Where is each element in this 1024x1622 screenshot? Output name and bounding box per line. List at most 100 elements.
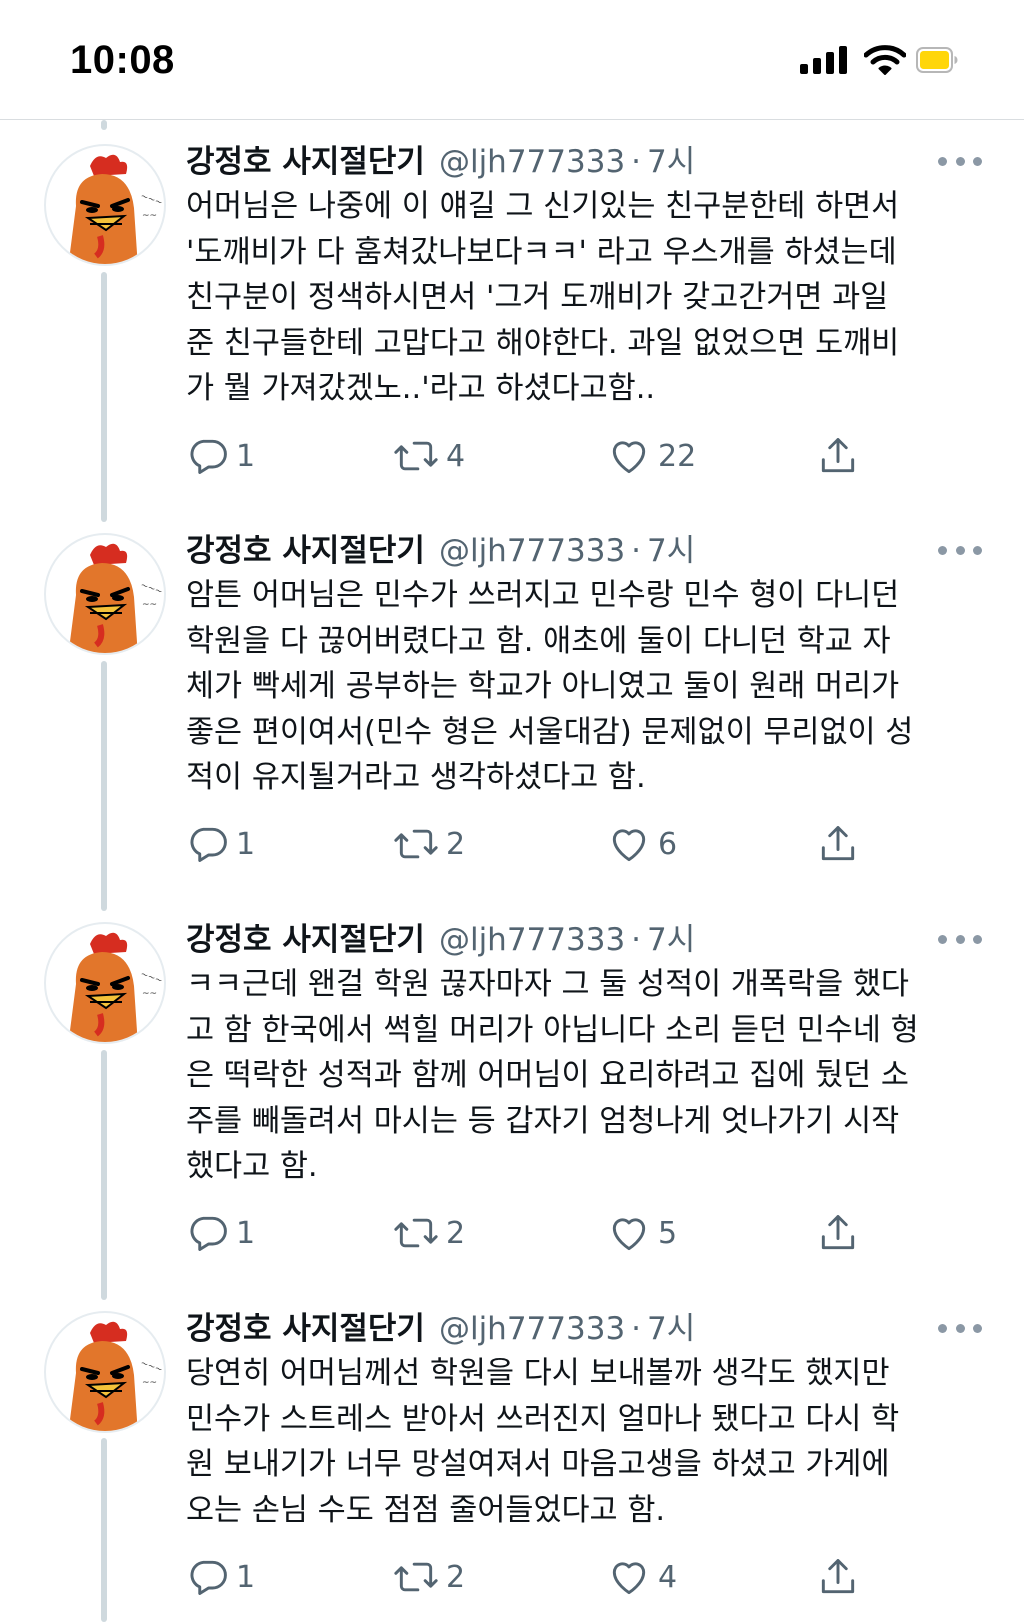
display-name[interactable]: 강정호 사지절단기 — [186, 525, 425, 570]
reply-button[interactable]: 1 — [186, 1553, 255, 1601]
svg-text:~~~: ~~~ — [139, 191, 164, 208]
tweet-text: 어머님은 나중에 이 얘길 그 신기있는 친구분한테 하면서 '도깨비가 다 훔… — [186, 189, 900, 406]
tweet-actions: 1 2 6 — [186, 820, 886, 868]
share-icon — [821, 1559, 855, 1594]
svg-text:~~: ~~ — [142, 600, 157, 610]
separator-dot: · — [631, 533, 642, 569]
more-options-icon[interactable] — [932, 924, 988, 954]
user-handle[interactable]: @ljh777333 — [439, 533, 625, 569]
share-button[interactable] — [816, 432, 860, 480]
retweet-count: 2 — [446, 826, 466, 862]
display-name[interactable]: 강정호 사지절단기 — [186, 136, 425, 181]
user-handle[interactable]: @ljh777333 — [439, 1311, 625, 1347]
battery-icon — [916, 47, 958, 73]
like-button[interactable]: 6 — [606, 820, 677, 868]
heart-icon — [612, 1218, 646, 1251]
rooster-avatar-icon: ~~~ ~~ — [68, 932, 164, 1042]
tweet-time[interactable]: 7시 — [647, 1303, 695, 1348]
heart-icon — [612, 441, 646, 474]
reply-count: 1 — [236, 1559, 256, 1595]
rooster-avatar-icon: ~~~ ~~ — [68, 543, 164, 653]
like-count: 22 — [658, 438, 697, 474]
thread-line — [101, 120, 107, 130]
like-button[interactable]: 4 — [606, 1553, 677, 1601]
tweet-header: 강정호 사지절단기 @ljh777333 · 7시 — [186, 1303, 695, 1351]
svg-text:~~~: ~~~ — [139, 580, 164, 597]
more-options-icon[interactable] — [932, 535, 988, 565]
tweet-header: 강정호 사지절단기 @ljh777333 · 7시 — [186, 914, 695, 962]
avatar[interactable]: ~~~ ~~ — [44, 144, 166, 266]
svg-text:~~: ~~ — [142, 989, 157, 999]
cellular-signal-icon — [800, 46, 847, 74]
tweet-header: 강정호 사지절단기 @ljh777333 · 7시 — [186, 525, 695, 573]
avatar[interactable]: ~~~ ~~ — [44, 533, 166, 655]
more-options-icon[interactable] — [932, 146, 988, 176]
display-name[interactable]: 강정호 사지절단기 — [186, 914, 425, 959]
retweet-icon — [394, 1218, 438, 1248]
reply-count: 1 — [236, 438, 256, 474]
reply-count: 1 — [236, 1215, 256, 1251]
thread-line — [101, 661, 107, 911]
retweet-icon — [394, 1562, 438, 1592]
like-button[interactable]: 22 — [606, 432, 696, 480]
tweet-time[interactable]: 7시 — [647, 136, 695, 181]
like-count: 4 — [658, 1559, 678, 1595]
reply-button[interactable]: 1 — [186, 1209, 255, 1257]
display-name[interactable]: 강정호 사지절단기 — [186, 1303, 425, 1348]
reply-icon — [190, 1216, 227, 1251]
thread-line — [101, 272, 107, 522]
share-button[interactable] — [816, 1209, 860, 1257]
heart-icon — [612, 1562, 646, 1595]
tweet-actions: 1 4 22 — [186, 432, 886, 480]
wifi-icon — [864, 45, 906, 75]
reply-button[interactable]: 1 — [186, 820, 255, 868]
reply-icon — [190, 439, 227, 474]
retweet-button[interactable]: 4 — [392, 432, 465, 480]
tweet-text: 암튼 어머님은 민수가 쓰러지고 민수랑 민수 형이 다니던 학원을 다 끊어버… — [186, 578, 914, 795]
retweet-count: 4 — [446, 438, 466, 474]
rooster-avatar-icon: ~~~ ~~ — [68, 154, 164, 264]
separator-dot: · — [631, 144, 642, 180]
tweet-actions: 1 2 5 — [186, 1209, 886, 1257]
reply-button[interactable]: 1 — [186, 432, 255, 480]
rooster-avatar-icon: ~~~ ~~ — [68, 1321, 164, 1431]
tweet-header: 강정호 사지절단기 @ljh777333 · 7시 — [186, 136, 695, 184]
svg-text:~~: ~~ — [142, 1378, 157, 1388]
share-icon — [821, 1215, 855, 1250]
status-time: 10:08 — [70, 38, 175, 82]
tweet-time[interactable]: 7시 — [647, 914, 695, 959]
user-handle[interactable]: @ljh777333 — [439, 922, 625, 958]
more-options-icon[interactable] — [932, 1313, 988, 1343]
retweet-button[interactable]: 2 — [392, 820, 465, 868]
like-count: 5 — [658, 1215, 678, 1251]
thread-line — [101, 1438, 107, 1622]
reply-icon — [190, 827, 227, 862]
separator-dot: · — [631, 922, 642, 958]
heart-icon — [612, 829, 646, 862]
like-button[interactable]: 5 — [606, 1209, 677, 1257]
tweet-actions: 1 2 4 — [186, 1553, 886, 1601]
retweet-icon — [394, 829, 438, 859]
retweet-button[interactable]: 2 — [392, 1553, 465, 1601]
status-bar: 10:08 — [0, 0, 1024, 120]
retweet-button[interactable]: 2 — [392, 1209, 465, 1257]
svg-text:~~~: ~~~ — [139, 969, 164, 986]
reply-icon — [190, 1560, 227, 1595]
like-count: 6 — [658, 826, 678, 862]
svg-text:~~~: ~~~ — [139, 1358, 164, 1375]
svg-text:~~: ~~ — [142, 211, 157, 221]
thread-line — [101, 1050, 107, 1300]
user-handle[interactable]: @ljh777333 — [439, 144, 625, 180]
avatar[interactable]: ~~~ ~~ — [44, 922, 166, 1044]
retweet-count: 2 — [446, 1559, 466, 1595]
share-icon — [821, 826, 855, 861]
tweet-time[interactable]: 7시 — [647, 525, 695, 570]
separator-dot: · — [631, 1311, 642, 1347]
share-button[interactable] — [816, 820, 860, 868]
share-icon — [821, 438, 855, 473]
retweet-count: 2 — [446, 1215, 466, 1251]
share-button[interactable] — [816, 1553, 860, 1601]
avatar[interactable]: ~~~ ~~ — [44, 1311, 166, 1433]
retweet-icon — [394, 441, 438, 471]
tweet-text: 당연히 어머님께선 학원을 다시 보내볼까 생각도 했지만 민수가 스트레스 받… — [186, 1356, 900, 1528]
